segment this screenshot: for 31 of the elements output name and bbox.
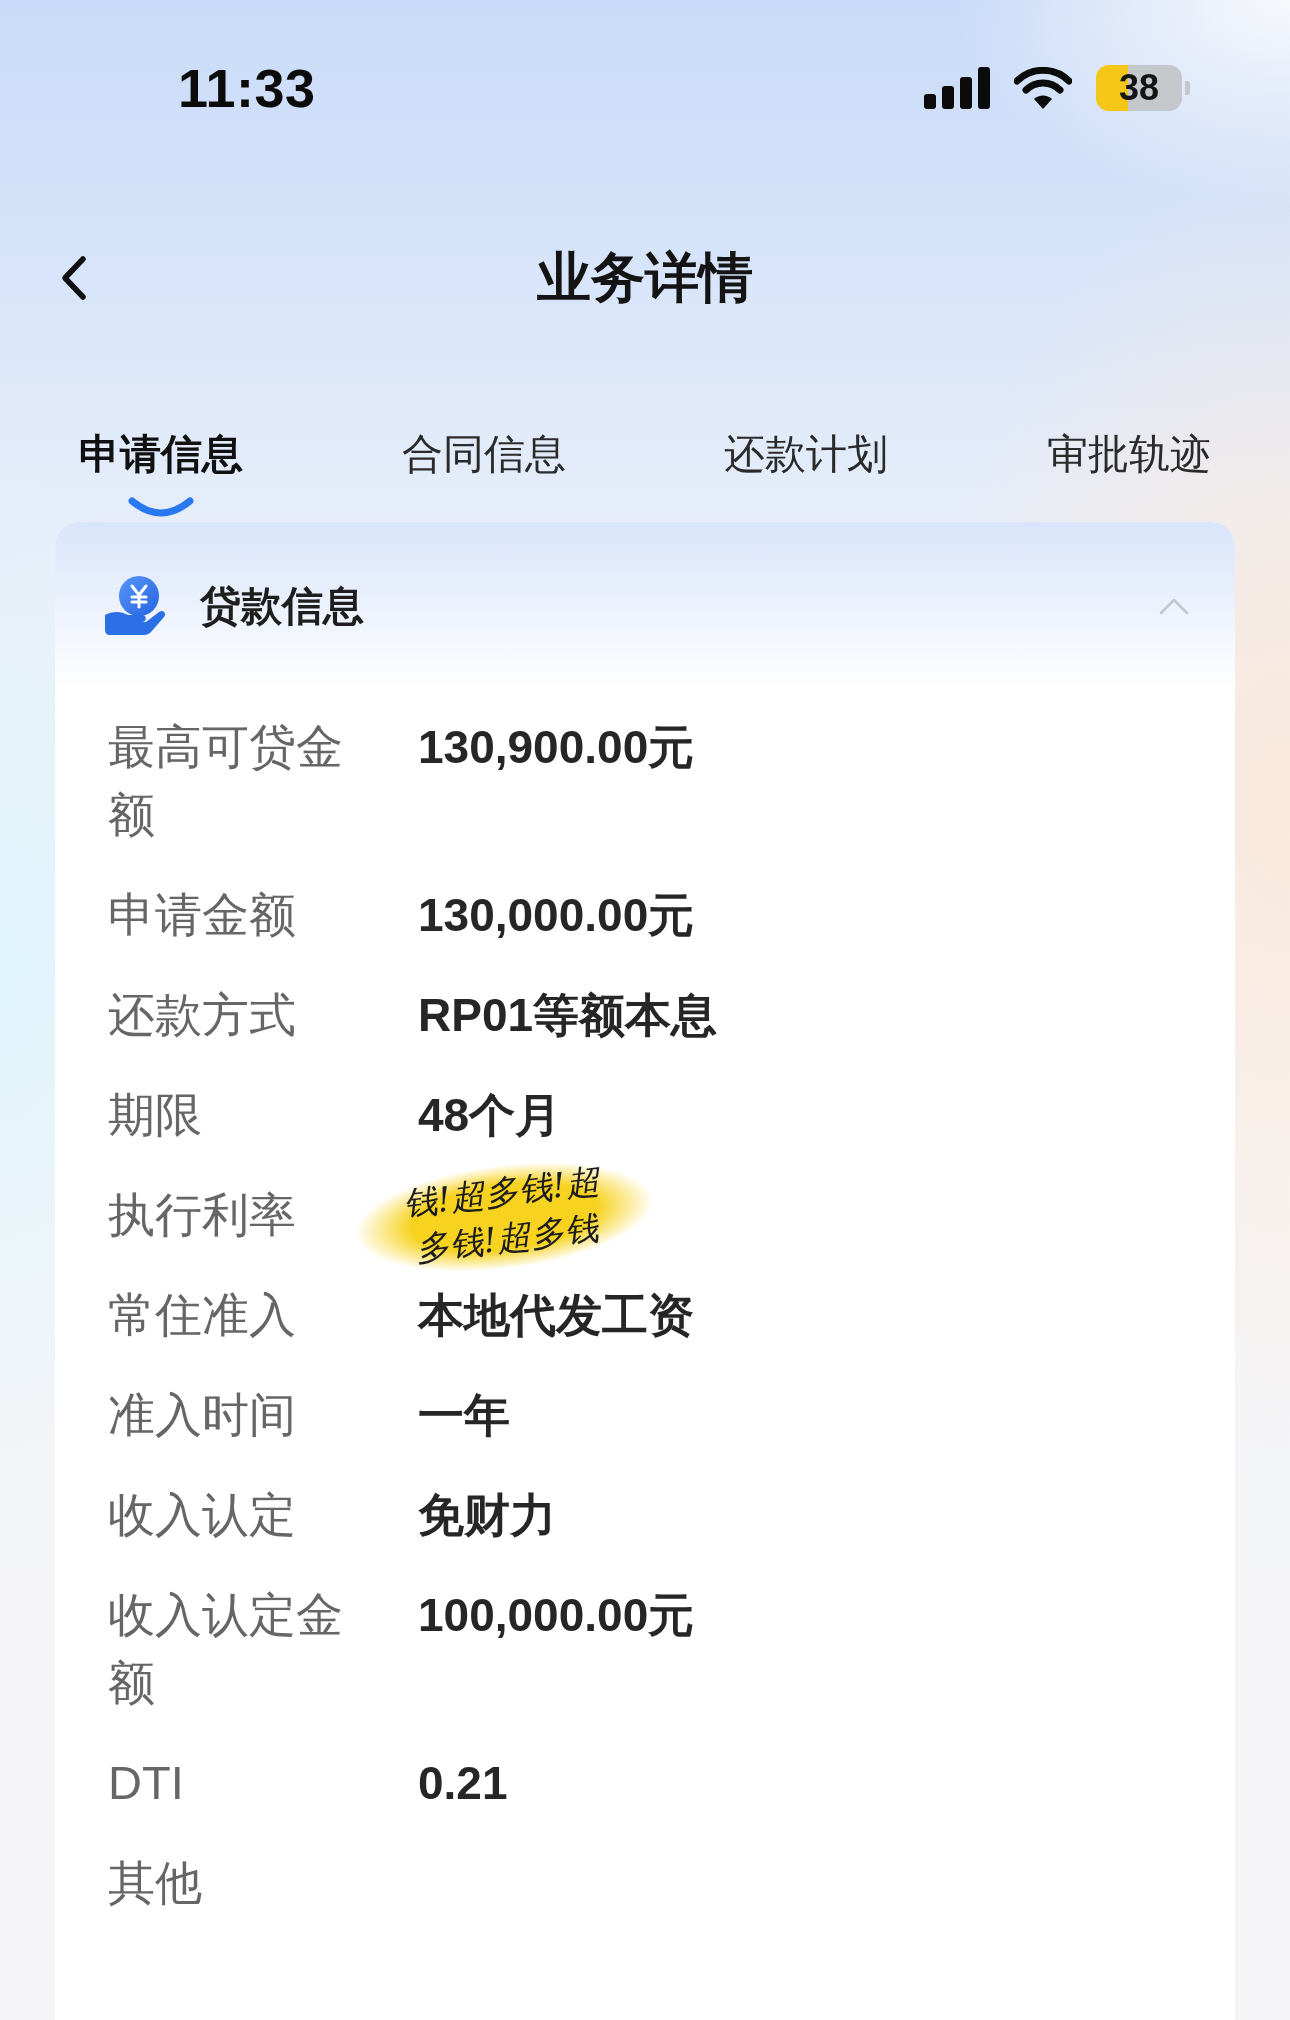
- field-value: 0.21: [418, 1756, 508, 1811]
- field-value: 130,900.00元: [418, 720, 695, 775]
- field-label: 常住准入: [108, 1287, 297, 1343]
- tab[interactable]: 合同信息: [401, 429, 566, 517]
- field-label: 申请金额: [108, 887, 297, 943]
- signal-icon: [924, 67, 990, 109]
- field-label: DTI: [108, 1755, 185, 1811]
- field-value: 一年: [418, 1388, 510, 1443]
- field-label: 执行利率: [108, 1187, 297, 1243]
- field-label: 准入时间: [108, 1387, 297, 1443]
- field-value: RP01等额本息: [418, 988, 718, 1043]
- field-value: 本地代发工资: [418, 1288, 694, 1343]
- field-value: 130,000.00元: [418, 888, 695, 943]
- field-label: 收入认定金额: [108, 1587, 344, 1711]
- tab[interactable]: 申请信息: [79, 429, 244, 517]
- field-label: 收入认定: [108, 1487, 297, 1543]
- page-title: 业务详情: [537, 245, 753, 309]
- tab[interactable]: 审批轨迹: [1046, 429, 1211, 517]
- section-title: 贷款信息: [200, 581, 365, 631]
- field-value: 48个月: [418, 1088, 562, 1143]
- wifi-icon: [1014, 67, 1072, 109]
- field-value: 免财力: [418, 1488, 556, 1543]
- field-label: 其他: [108, 1855, 203, 1911]
- tab-indicator-icon: [128, 497, 195, 517]
- field-label: 还款方式: [108, 987, 297, 1043]
- field-label: 期限: [108, 1087, 203, 1143]
- yen-coin-hand-icon: [104, 575, 166, 637]
- field-value: 100,000.00元: [418, 1588, 695, 1643]
- status-time: 11:33: [178, 57, 316, 119]
- field-label: 最高可贷金额: [108, 719, 344, 843]
- tab[interactable]: 还款计划: [724, 429, 889, 517]
